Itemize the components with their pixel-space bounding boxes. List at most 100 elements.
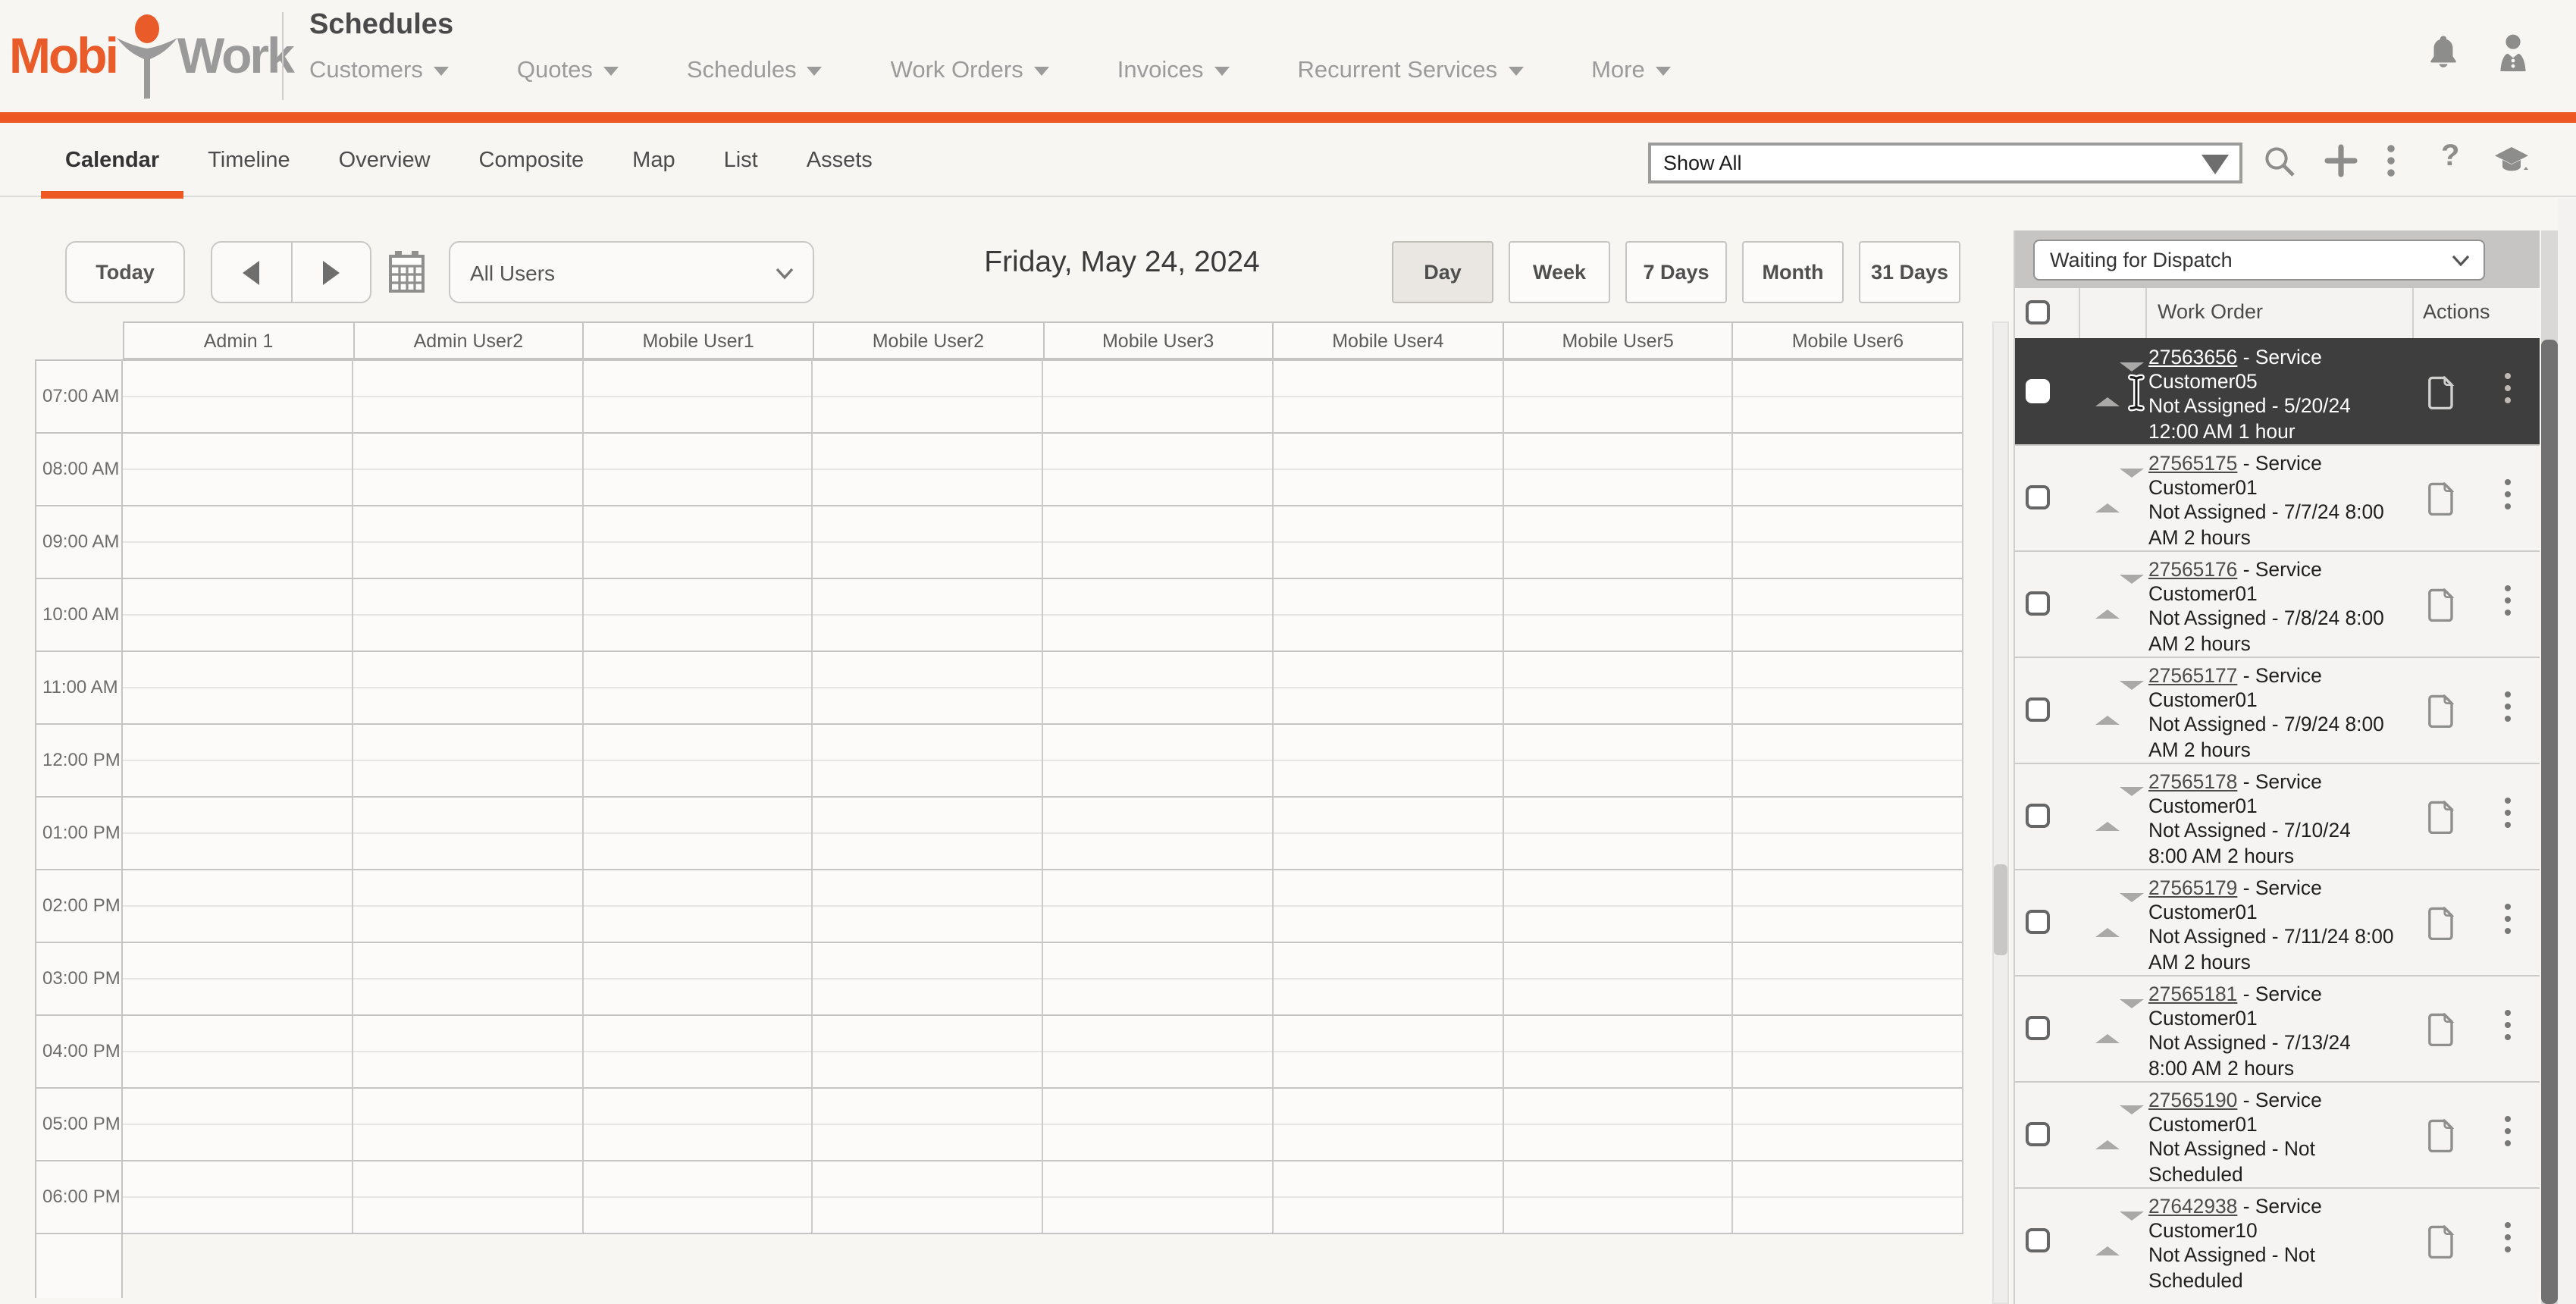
nav-more[interactable]: More: [1591, 58, 1671, 85]
row-checkbox[interactable]: [2026, 379, 2050, 403]
drag-handle-icon[interactable]: [2095, 1105, 2144, 1149]
dispatch-filter-select[interactable]: Waiting for Dispatch: [2033, 240, 2485, 281]
document-icon[interactable]: [2427, 907, 2455, 940]
drag-handle-icon[interactable]: [2095, 575, 2144, 619]
grid-column[interactable]: [1503, 359, 1734, 1233]
next-day-button[interactable]: [290, 243, 370, 302]
row-checkbox[interactable]: [2026, 485, 2050, 509]
nav-invoices[interactable]: Invoices: [1117, 58, 1230, 85]
view-31days-button[interactable]: 31 Days: [1859, 241, 1960, 303]
nav-schedules[interactable]: Schedules: [687, 58, 823, 85]
today-button[interactable]: Today: [65, 241, 185, 303]
drag-handle-icon[interactable]: [2095, 787, 2144, 831]
row-actions-menu-icon[interactable]: [2502, 691, 2514, 728]
calendar-scrollbar-thumb[interactable]: [1994, 864, 2007, 955]
work-order-link[interactable]: 27563656: [2148, 346, 2237, 368]
tab-list[interactable]: List: [700, 123, 782, 197]
document-icon[interactable]: [2427, 1119, 2455, 1152]
document-icon[interactable]: [2427, 588, 2455, 622]
drag-handle-icon[interactable]: [2095, 681, 2144, 725]
row-checkbox[interactable]: [2026, 804, 2050, 828]
drag-handle-icon[interactable]: [2095, 362, 2144, 406]
schedule-grid[interactable]: [123, 359, 1963, 1234]
work-order-link[interactable]: 27565178: [2148, 770, 2237, 793]
row-checkbox[interactable]: [2026, 697, 2050, 722]
calendar-scrollbar[interactable]: [1992, 321, 2009, 1304]
grid-column[interactable]: [123, 359, 353, 1233]
drag-handle-icon[interactable]: [2095, 999, 2144, 1043]
row-actions-menu-icon[interactable]: [2502, 1010, 2514, 1046]
view-week-button[interactable]: Week: [1509, 241, 1610, 303]
show-all-dropdown[interactable]: Show All: [1648, 143, 2242, 183]
date-picker-icon[interactable]: [388, 250, 426, 293]
row-checkbox[interactable]: [2026, 1122, 2050, 1146]
drag-handle-icon[interactable]: [2095, 1212, 2144, 1255]
grid-column[interactable]: [583, 359, 813, 1233]
work-order-row-selected[interactable]: 27563656 - Service Customer05 Not Assign…: [2015, 338, 2540, 444]
grid-column[interactable]: [353, 359, 583, 1233]
tab-calendar[interactable]: Calendar: [41, 123, 184, 199]
row-actions-menu-icon[interactable]: [2502, 585, 2514, 622]
nav-customers[interactable]: Customers: [309, 58, 449, 85]
row-checkbox[interactable]: [2026, 591, 2050, 616]
document-icon[interactable]: [2427, 1013, 2455, 1046]
grid-column[interactable]: [813, 359, 1043, 1233]
previous-day-button[interactable]: [212, 243, 290, 302]
work-order-row[interactable]: 27565176 - Service Customer01 Not Assign…: [2015, 550, 2540, 657]
tab-map[interactable]: Map: [608, 123, 699, 197]
add-icon[interactable]: [2324, 144, 2358, 177]
tab-assets[interactable]: Assets: [782, 123, 897, 197]
document-icon[interactable]: [2427, 376, 2455, 409]
work-order-row[interactable]: 27565177 - Service Customer01 Not Assign…: [2015, 657, 2540, 763]
view-day-button[interactable]: Day: [1392, 241, 1493, 303]
row-actions-menu-icon[interactable]: [2502, 904, 2514, 940]
drag-handle-icon[interactable]: [2095, 893, 2144, 937]
row-actions-menu-icon[interactable]: [2502, 1116, 2514, 1152]
panel-scrollbar-thumb[interactable]: [2541, 340, 2558, 1304]
row-checkbox[interactable]: [2026, 910, 2050, 934]
work-order-row[interactable]: 27565179 - Service Customer01 Not Assign…: [2015, 869, 2540, 975]
user-profile-icon[interactable]: [2493, 33, 2534, 73]
nav-work-orders[interactable]: Work Orders: [891, 58, 1049, 85]
work-order-link[interactable]: 27642938: [2148, 1195, 2237, 1218]
document-icon[interactable]: [2427, 482, 2455, 516]
grid-column[interactable]: [1734, 359, 1963, 1233]
work-order-row[interactable]: 27642938 - Service Customer10 Not Assign…: [2015, 1187, 2540, 1293]
row-actions-menu-icon[interactable]: [2502, 373, 2514, 409]
view-7days-button[interactable]: 7 Days: [1625, 241, 1727, 303]
user-filter-select[interactable]: All Users: [449, 241, 814, 303]
work-order-link[interactable]: 27565179: [2148, 876, 2237, 899]
select-all-checkbox[interactable]: [2026, 300, 2050, 324]
work-order-row[interactable]: 27565181 - Service Customer01 Not Assign…: [2015, 975, 2540, 1081]
row-checkbox[interactable]: [2026, 1016, 2050, 1040]
work-order-link[interactable]: 27565177: [2148, 664, 2237, 687]
view-month-button[interactable]: Month: [1742, 241, 1844, 303]
work-order-link[interactable]: 27565181: [2148, 983, 2237, 1005]
nav-recurrent-services[interactable]: Recurrent Services: [1298, 58, 1524, 85]
nav-quotes[interactable]: Quotes: [517, 58, 619, 85]
notifications-bell-icon[interactable]: [2424, 33, 2462, 73]
row-actions-menu-icon[interactable]: [2502, 798, 2514, 834]
row-actions-menu-icon[interactable]: [2502, 479, 2514, 516]
search-icon[interactable]: [2262, 144, 2297, 179]
document-icon[interactable]: [2427, 694, 2455, 728]
document-icon[interactable]: [2427, 1225, 2455, 1259]
work-order-row[interactable]: 27565175 - Service Customer01 Not Assign…: [2015, 444, 2540, 550]
tab-overview[interactable]: Overview: [315, 123, 455, 197]
work-order-link[interactable]: 27565176: [2148, 558, 2237, 581]
mobiwork-logo[interactable]: Mobi Work: [9, 12, 295, 100]
help-icon[interactable]: ?: [2441, 139, 2459, 174]
work-order-link[interactable]: 27565175: [2148, 452, 2237, 475]
grid-column[interactable]: [1043, 359, 1274, 1233]
grid-column[interactable]: [1274, 359, 1503, 1233]
row-checkbox[interactable]: [2026, 1228, 2050, 1252]
work-order-link[interactable]: 27565190: [2148, 1089, 2237, 1111]
tab-composite[interactable]: Composite: [455, 123, 609, 197]
work-order-row[interactable]: 27565190 - Service Customer01 Not Assign…: [2015, 1081, 2540, 1187]
work-order-row[interactable]: 27565178 - Service Customer01 Not Assign…: [2015, 763, 2540, 869]
more-options-icon[interactable]: [2385, 144, 2397, 177]
document-icon[interactable]: [2427, 801, 2455, 834]
tab-timeline[interactable]: Timeline: [183, 123, 315, 197]
drag-handle-icon[interactable]: [2095, 469, 2144, 513]
row-actions-menu-icon[interactable]: [2502, 1222, 2514, 1259]
